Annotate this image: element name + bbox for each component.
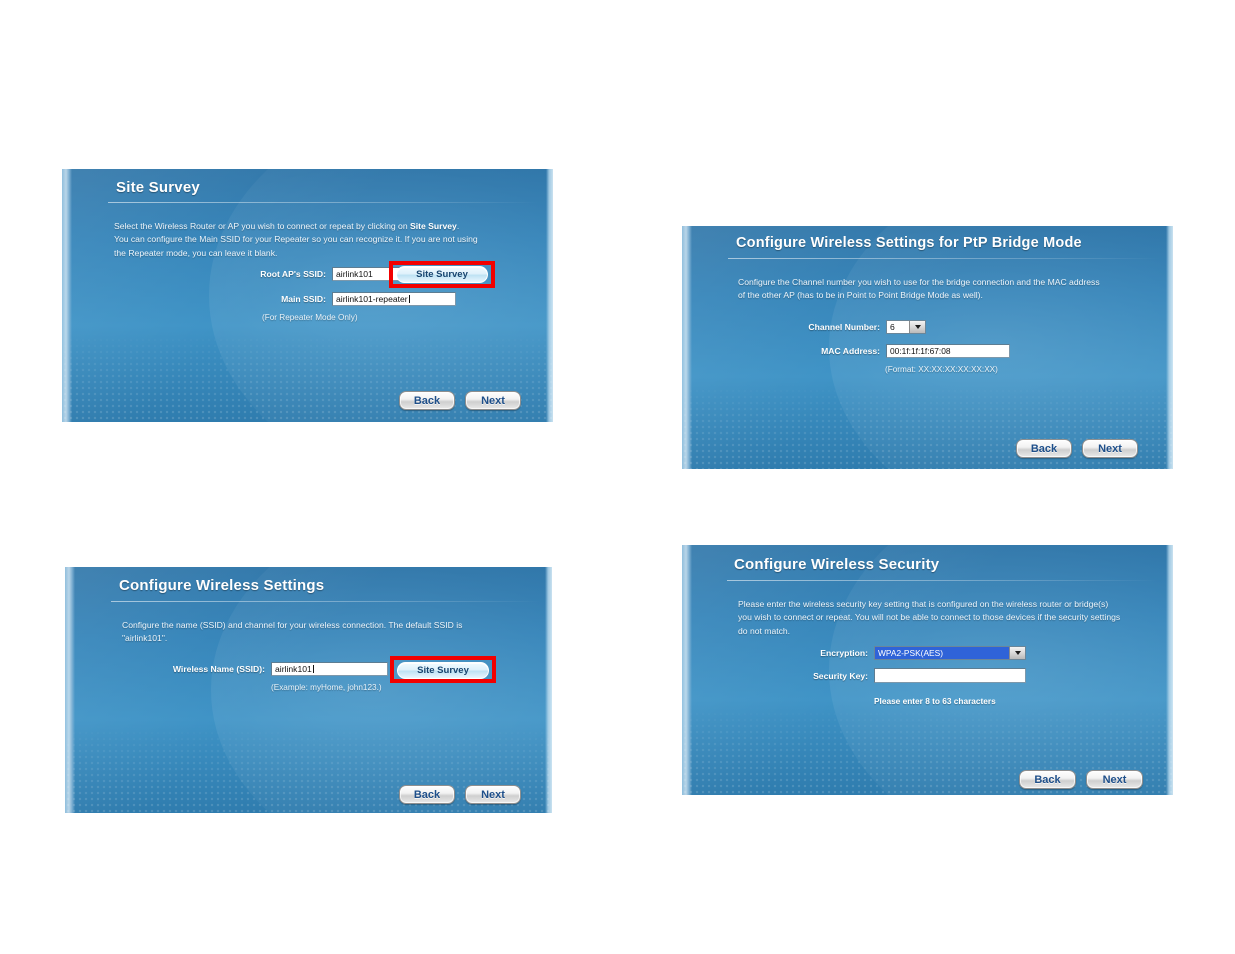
main-ssid-input[interactable]: airlink101-repeater (332, 292, 456, 306)
encryption-selected-value: WPA2-PSK(AES) (875, 647, 1009, 659)
field-row-encryption: Encryption: WPA2-PSK(AES) (742, 646, 1026, 660)
field-row-security-key: Security Key: (742, 668, 1026, 683)
site-survey-button[interactable]: Site Survey (396, 266, 488, 283)
channel-number-select[interactable]: 6 (886, 320, 926, 334)
mac-address-format-hint: (Format: XX:XX:XX:XX:XX:XX) (885, 365, 998, 374)
root-ap-ssid-label: Root AP's SSID: (260, 269, 326, 279)
back-button[interactable]: Back (399, 785, 455, 804)
field-row-channel-number: Channel Number: 6 (742, 320, 926, 334)
repeater-mode-hint: (For Repeater Mode Only) (262, 313, 358, 322)
description-line-1: Configure the name (SSID) and channel fo… (122, 620, 463, 630)
description-line-2: of the other AP (has to be in Point to P… (738, 290, 983, 301)
channel-number-label: Channel Number: (808, 322, 880, 332)
description-line-1-tail: . (456, 221, 460, 231)
panel-ptp-bridge-mode: Configure Wireless Settings for PtP Brid… (682, 226, 1173, 469)
mac-address-input[interactable]: 00:1f:1f:1f:67:08 (886, 344, 1010, 358)
back-button[interactable]: Back (399, 391, 455, 410)
ssid-example-hint: (Example: myHome, john123.) (271, 683, 382, 692)
panel-right-edge-rail (1166, 226, 1173, 469)
description-line-2: You can configure the Main SSID for your… (114, 234, 478, 245)
panel-left-edge-rail (682, 545, 692, 795)
wizard-nav-buttons: Back Next (399, 785, 521, 804)
security-key-label: Security Key: (813, 670, 868, 681)
panel-site-survey: Site Survey Select the Wireless Router o… (62, 169, 553, 422)
page-title: Configure Wireless Settings (119, 577, 325, 594)
panel-left-edge-rail (62, 169, 72, 422)
panel-configure-wireless-security: Configure Wireless Security Please enter… (682, 545, 1173, 795)
page-title: Site Survey (116, 179, 200, 196)
panel-right-edge-rail (1166, 545, 1173, 795)
panel-right-edge-rail (546, 169, 553, 422)
description-bold-term: Site Survey (410, 221, 457, 231)
back-button[interactable]: Back (1019, 770, 1076, 789)
main-ssid-label: Main SSID: (281, 294, 326, 304)
next-button[interactable]: Next (1082, 439, 1138, 458)
page-title: Configure Wireless Settings for PtP Brid… (736, 235, 1082, 251)
title-divider (727, 580, 1159, 581)
wizard-nav-buttons: Back Next (1016, 439, 1138, 458)
wireless-ssid-input[interactable]: airlink101 (271, 662, 388, 676)
panel-description: Please enter the wireless security key s… (738, 598, 1168, 638)
title-divider (108, 202, 538, 203)
description-line-2: "airlink101". (122, 633, 168, 644)
security-key-hint: Please enter 8 to 63 characters (874, 696, 996, 706)
description-line-2: you wish to connect or repeat. You will … (738, 612, 1121, 623)
panel-description: Select the Wireless Router or AP you wis… (114, 220, 534, 260)
chevron-down-icon[interactable] (1009, 647, 1025, 659)
field-row-main-ssid: Main SSID: airlink101-repeater (194, 292, 456, 306)
encryption-select[interactable]: WPA2-PSK(AES) (874, 646, 1026, 660)
next-button[interactable]: Next (465, 785, 521, 804)
encryption-label: Encryption: (820, 648, 868, 658)
next-button[interactable]: Next (1086, 770, 1143, 789)
panel-description: Configure the name (SSID) and channel fo… (122, 619, 542, 646)
wireless-ssid-label: Wireless Name (SSID): (172, 664, 265, 674)
description-line-1: Please enter the wireless security key s… (738, 599, 1109, 609)
title-divider (111, 601, 541, 602)
page-title: Configure Wireless Security (734, 556, 940, 573)
description-line-3: the Repeater mode, you can leave it blan… (114, 247, 278, 258)
mac-address-label: MAC Address: (821, 346, 880, 356)
chevron-down-icon[interactable] (909, 321, 925, 333)
wizard-nav-buttons: Back Next (399, 391, 521, 410)
panel-left-edge-rail (65, 567, 75, 813)
panel-description: Configure the Channel number you wish to… (738, 276, 1158, 303)
panel-configure-wireless-settings: Configure Wireless Settings Configure th… (65, 567, 552, 813)
panel-right-edge-rail (545, 567, 552, 813)
description-line-3: do not match. (738, 625, 791, 636)
panel-left-edge-rail (682, 226, 692, 469)
wizard-nav-buttons: Back Next (1019, 770, 1143, 789)
description-line-1: Configure the Channel number you wish to… (738, 277, 1100, 287)
channel-number-selected-value: 6 (890, 322, 895, 332)
site-survey-button[interactable]: Site Survey (397, 662, 489, 679)
title-divider (728, 258, 1160, 259)
field-row-mac-address: MAC Address: 00:1f:1f:1f:67:08 (742, 344, 1010, 358)
next-button[interactable]: Next (465, 391, 521, 410)
field-row-wireless-ssid: Wireless Name (SSID): airlink101 (155, 662, 388, 676)
back-button[interactable]: Back (1016, 439, 1072, 458)
description-line-1: Select the Wireless Router or AP you wis… (114, 221, 410, 231)
security-key-input[interactable] (874, 668, 1026, 683)
